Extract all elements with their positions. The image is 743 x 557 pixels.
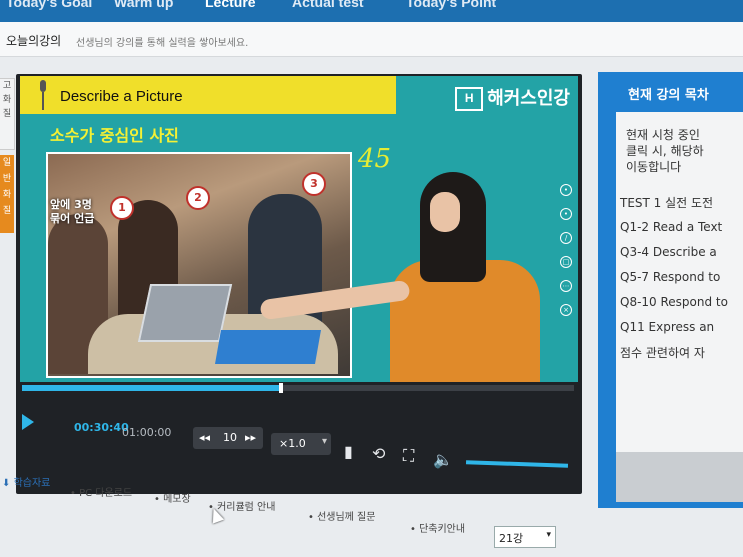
download-icon: ⬇ [2, 478, 11, 489]
seek-bar-handle[interactable] [279, 383, 284, 393]
quality-char: 고 [2, 81, 12, 91]
toc-title: 현재 강의 목차 [628, 88, 709, 103]
play-icon[interactable] [22, 414, 34, 430]
handwritten-note: 45 [358, 144, 392, 174]
shape-tool-icon[interactable]: □ [560, 256, 572, 268]
slide-photo: 앞에 3명 묶어 언급 1 2 3 [46, 152, 352, 378]
brand-logo: H 해커스인강 [455, 84, 570, 112]
toc-footer [616, 452, 743, 502]
quality-char: 화 [2, 95, 12, 105]
toc-item[interactable]: Q1-2 Read a Text [620, 220, 722, 234]
marker-2: 2 [186, 186, 210, 210]
clear-tool-icon[interactable]: × [560, 304, 572, 316]
instructor [259, 172, 556, 382]
toc-item[interactable]: 점수 관련하여 자 [620, 344, 705, 361]
memo-link[interactable]: • 메모장 [154, 490, 191, 505]
study-materials-link[interactable]: ⬇ 학습자료 [2, 474, 50, 489]
shortcut-guide-label: 단축키안내 [419, 524, 466, 535]
chevron-down-icon: ▾ [546, 530, 551, 540]
toc-intro-line: 클릭 시, 해당하 [626, 144, 704, 158]
brand-name: 해커스인강 [487, 88, 570, 108]
quality-char: 질 [2, 109, 12, 119]
toc-intro-line: 이동합니다 [626, 160, 682, 174]
toc-item[interactable]: TEST 1 실전 도전 [620, 194, 713, 211]
tab-lecture[interactable]: Lecture [205, 0, 256, 14]
brand-mark: H [455, 87, 484, 112]
photo-laptop [137, 284, 233, 342]
quality-char: 화 [2, 190, 12, 200]
memo-label: 메모장 [163, 494, 191, 505]
toc-item[interactable]: Q3-4 Describe a [620, 245, 717, 259]
instructor-face [430, 192, 460, 232]
toc-list: 현재 시청 중인 클릭 시, 해당하 이동합니다 TEST 1 실전 도전 Q1… [616, 112, 743, 496]
playback-speed-select[interactable]: ×1.0 ▾ [271, 433, 331, 455]
skip-control: ◂◂ 10 ▸▸ [193, 427, 263, 449]
toc-item[interactable]: Q11 Express an [620, 320, 714, 334]
pc-download-label: PC 다운로드 [79, 488, 133, 499]
video-frame[interactable]: Describe a Picture H 해커스인강 소수가 중심인 사진 45 … [20, 76, 578, 382]
tab-warm-up[interactable]: Warm up [114, 0, 173, 14]
marker-3: 3 [302, 172, 326, 196]
lecture-toc-panel: 현재 강의 목차 현재 시청 중인 클릭 시, 해당하 이동합니다 TEST 1… [598, 72, 743, 508]
chevron-down-icon: ▾ [321, 436, 327, 447]
tab-todays-goal[interactable]: Today's Goal [6, 0, 92, 14]
photo-folder [215, 330, 321, 364]
page-description: 선생님의 강의를 통해 실력을 쌓아보세요. [76, 38, 249, 49]
seek-bar-fill [22, 385, 282, 391]
pc-download-link[interactable]: • PC 다운로드 [70, 484, 132, 499]
slide-subtitle: 소수가 중심인 사진 [50, 126, 179, 145]
toc-intro-line: 현재 시청 중인 [626, 128, 700, 142]
quality-char: 일 [2, 158, 12, 168]
lecture-subheader: 오늘의강의 선생님의 강의를 통해 실력을 쌓아보세요. [0, 22, 743, 57]
slide-callout: 앞에 3명 묶어 언급 [50, 198, 95, 225]
marker-1: 1 [110, 196, 134, 220]
toc-item[interactable]: Q8-10 Respond to [620, 295, 728, 309]
pen-tool-icon[interactable]: • [560, 184, 572, 196]
forward-icon[interactable]: ▸▸ [245, 431, 256, 444]
eraser-tool-icon[interactable]: / [560, 232, 572, 244]
mic-icon [40, 80, 46, 110]
repeat-icon[interactable]: ⟲ [372, 444, 385, 463]
top-nav: Today's Goal Warm up Lecture Actual test… [0, 0, 743, 22]
fullscreen-icon[interactable]: ⛶ [403, 446, 414, 466]
page-title: 오늘의강의 [6, 34, 62, 48]
slide-title-bar: Describe a Picture [20, 76, 396, 114]
bookmark-icon[interactable]: ▮ [344, 442, 353, 461]
current-time: 00:30:40 [74, 421, 129, 434]
drawing-toolbar: • • / □ ⋯ × [560, 184, 572, 328]
seek-bar[interactable] [22, 383, 574, 393]
slide-title: Describe a Picture [60, 88, 183, 105]
quality-toggle-normal[interactable]: 일 반 화 질 [0, 155, 14, 233]
volume-icon[interactable]: 🔈 [433, 450, 453, 469]
ask-teacher-label: 선생님께 질문 [317, 512, 376, 523]
marker-tool-icon[interactable]: • [560, 208, 572, 220]
ask-teacher-link[interactable]: • 선생님께 질문 [308, 508, 375, 523]
rewind-icon[interactable]: ◂◂ [199, 431, 210, 444]
quality-char: 반 [2, 174, 12, 184]
toc-item[interactable]: Q5-7 Respond to [620, 270, 720, 284]
quality-char: 질 [2, 206, 12, 216]
toc-header: 현재 강의 목차 [598, 72, 743, 112]
tab-actual-test[interactable]: Actual test [292, 0, 364, 14]
lecture-select[interactable]: 21강 ▾ [494, 526, 556, 548]
quality-toggle-hd[interactable]: 고 화 질 [0, 78, 15, 150]
playback-speed-value: ×1.0 [279, 437, 306, 450]
study-materials-label: 학습자료 [13, 478, 51, 489]
more-tool-icon[interactable]: ⋯ [560, 280, 572, 292]
total-time: 01:00:00 [122, 426, 172, 439]
skip-seconds: 10 [223, 431, 237, 444]
lecture-select-value: 21강 [499, 532, 524, 545]
curriculum-label: 커리큘럼 안내 [217, 502, 276, 513]
shortcut-guide-link[interactable]: • 단축키안내 [410, 520, 465, 535]
tab-todays-point[interactable]: Today's Point [406, 0, 496, 14]
